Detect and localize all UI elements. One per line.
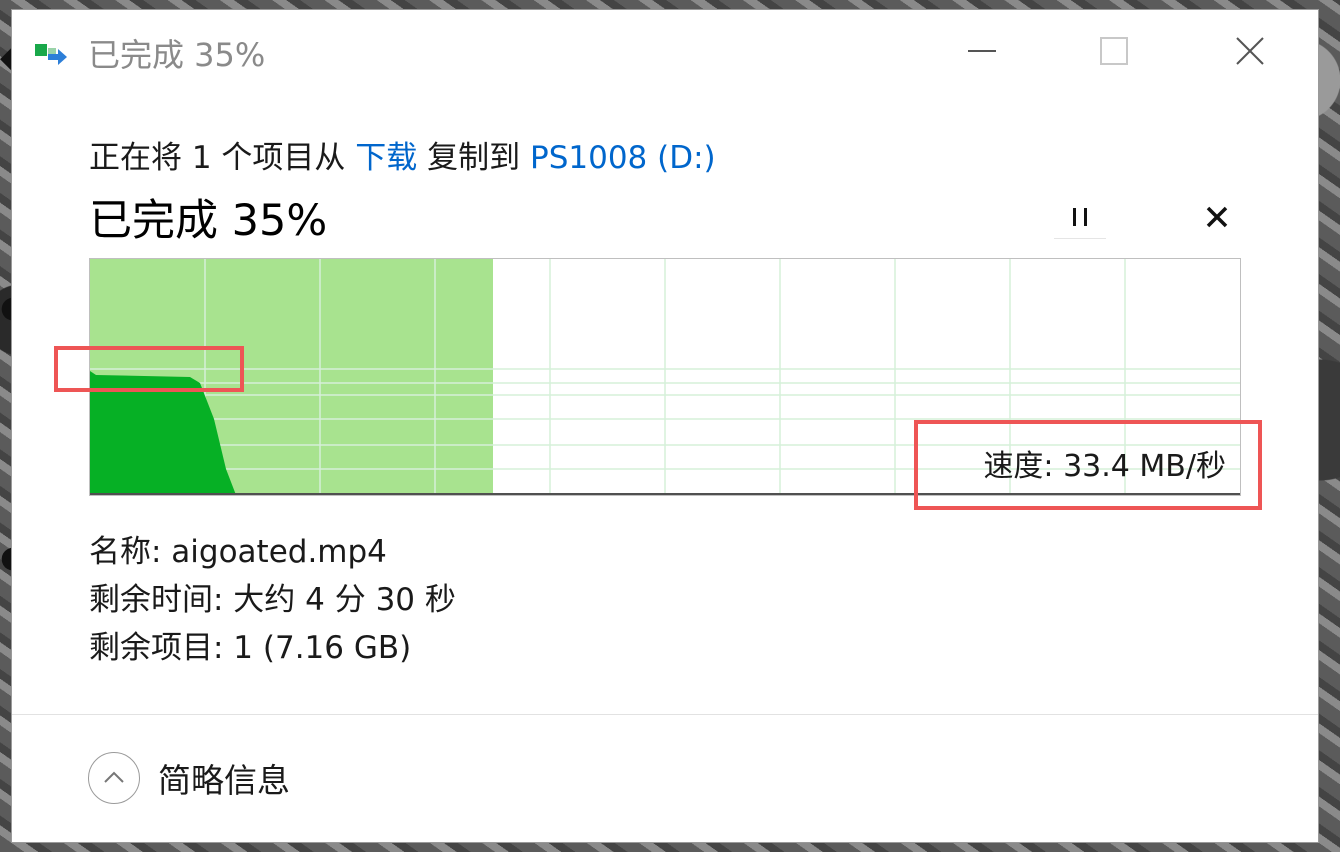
fewer-details-toggle[interactable]: [88, 752, 140, 804]
transfer-speed-label: 速度: 33.4 MB/秒: [983, 449, 1226, 484]
transfer-speed-graph: 速度: 33.4 MB/秒: [89, 258, 1241, 496]
cancel-button[interactable]: [1194, 196, 1240, 238]
footer: 简略信息: [88, 748, 290, 808]
minimize-icon: [968, 50, 996, 52]
fewer-details-label[interactable]: 简略信息: [158, 754, 290, 802]
footer-divider: [12, 714, 1318, 715]
progress-percent-heading: 已完成 35%: [89, 196, 328, 246]
maximize-button[interactable]: [1084, 26, 1144, 76]
copy-middle-text: 复制到: [417, 140, 531, 176]
close-button[interactable]: [1220, 26, 1280, 76]
window-title: 已完成 35%: [88, 36, 266, 74]
file-copy-icon: [35, 44, 67, 65]
items-remaining-text: 剩余项目: 1 (7.16 GB): [89, 630, 412, 666]
time-remaining-text: 剩余时间: 大约 4 分 30 秒: [89, 582, 456, 618]
cancel-icon: [1206, 206, 1228, 228]
file-copy-dialog: 已完成 35% 正在将 1 个项目从 下载 复制到 PS1008 (D:) 已完…: [12, 10, 1318, 842]
pause-icon: [1073, 208, 1087, 226]
pause-button[interactable]: [1054, 196, 1106, 239]
maximize-icon: [1100, 37, 1128, 65]
chevron-up-icon: [104, 771, 124, 783]
minimize-button[interactable]: [952, 26, 1012, 76]
file-name-text: 名称: aigoated.mp4: [89, 534, 387, 570]
title-bar[interactable]: 已完成 35%: [12, 10, 1318, 90]
transfer-details: 名称: aigoated.mp4 剩余时间: 大约 4 分 30 秒 剩余项目:…: [89, 532, 456, 676]
copy-description: 正在将 1 个项目从 下载 复制到 PS1008 (D:): [89, 132, 716, 177]
graph-baseline: [90, 493, 1240, 495]
copy-prefix-text: 正在将 1 个项目从: [89, 140, 356, 176]
destination-drive-link[interactable]: PS1008 (D:): [530, 140, 716, 176]
source-folder-link[interactable]: 下载: [355, 140, 417, 176]
close-icon: [1236, 37, 1264, 65]
